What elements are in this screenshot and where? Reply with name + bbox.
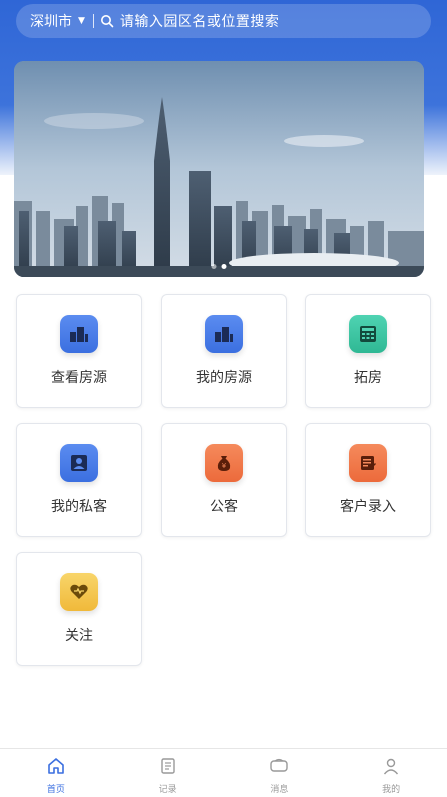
banner-carousel[interactable] [14, 61, 424, 277]
search-icon [100, 14, 114, 28]
record-icon [159, 757, 177, 779]
city-selector[interactable]: 深圳市 [30, 11, 72, 31]
menu-item-my-listings[interactable]: 我的房源 [161, 294, 287, 408]
tab-mine[interactable]: 我的 [335, 749, 447, 797]
city-skyline-image [14, 61, 424, 277]
home-icon [47, 757, 65, 779]
person-icon [60, 444, 98, 482]
carousel-dot-active[interactable] [221, 264, 227, 269]
svg-text:¥: ¥ [222, 462, 227, 470]
menu-item-label: 公客 [210, 499, 238, 515]
menu-item-label: 我的房源 [196, 370, 252, 386]
carousel-dot[interactable] [211, 264, 217, 269]
tab-records[interactable]: 记录 [112, 749, 224, 797]
search-bar[interactable]: 深圳市 ▼ 请输入园区名或位置搜索 [16, 4, 431, 38]
tab-label: 记录 [158, 785, 177, 795]
tab-label: 首页 [46, 785, 65, 795]
tab-label: 我的 [382, 785, 401, 795]
menu-item-label: 客户录入 [340, 499, 396, 515]
tab-messages[interactable]: 消息 [224, 749, 336, 797]
user-icon [382, 757, 400, 779]
menu-item-my-private-clients[interactable]: 我的私客 [16, 423, 142, 537]
menu-item-expand-listings[interactable]: 拓房 [305, 294, 431, 408]
bottom-tab-bar: 首页 记录 消息 我的 [0, 748, 447, 797]
menu-item-follow[interactable]: 关注 [16, 552, 142, 666]
carousel-indicator [211, 264, 227, 269]
buildings-icon [205, 315, 243, 353]
menu-item-label: 我的私客 [51, 499, 107, 515]
money-bag-icon: ¥ [205, 444, 243, 482]
buildings-icon [60, 315, 98, 353]
tab-home[interactable]: 首页 [0, 749, 112, 797]
menu-item-label: 拓房 [354, 370, 382, 386]
caret-down-icon[interactable]: ▼ [78, 16, 85, 26]
menu-item-label: 查看房源 [51, 370, 107, 386]
heart-icon [60, 573, 98, 611]
menu-item-public-clients[interactable]: ¥ 公客 [161, 423, 287, 537]
calculator-icon [349, 315, 387, 353]
message-icon [269, 757, 289, 779]
edit-note-icon [349, 444, 387, 482]
search-input[interactable]: 请输入园区名或位置搜索 [120, 11, 280, 31]
menu-item-view-listings[interactable]: 查看房源 [16, 294, 142, 408]
menu-item-client-entry[interactable]: 客户录入 [305, 423, 431, 537]
tab-label: 消息 [270, 785, 289, 795]
search-divider [92, 14, 94, 28]
menu-item-label: 关注 [65, 628, 93, 644]
